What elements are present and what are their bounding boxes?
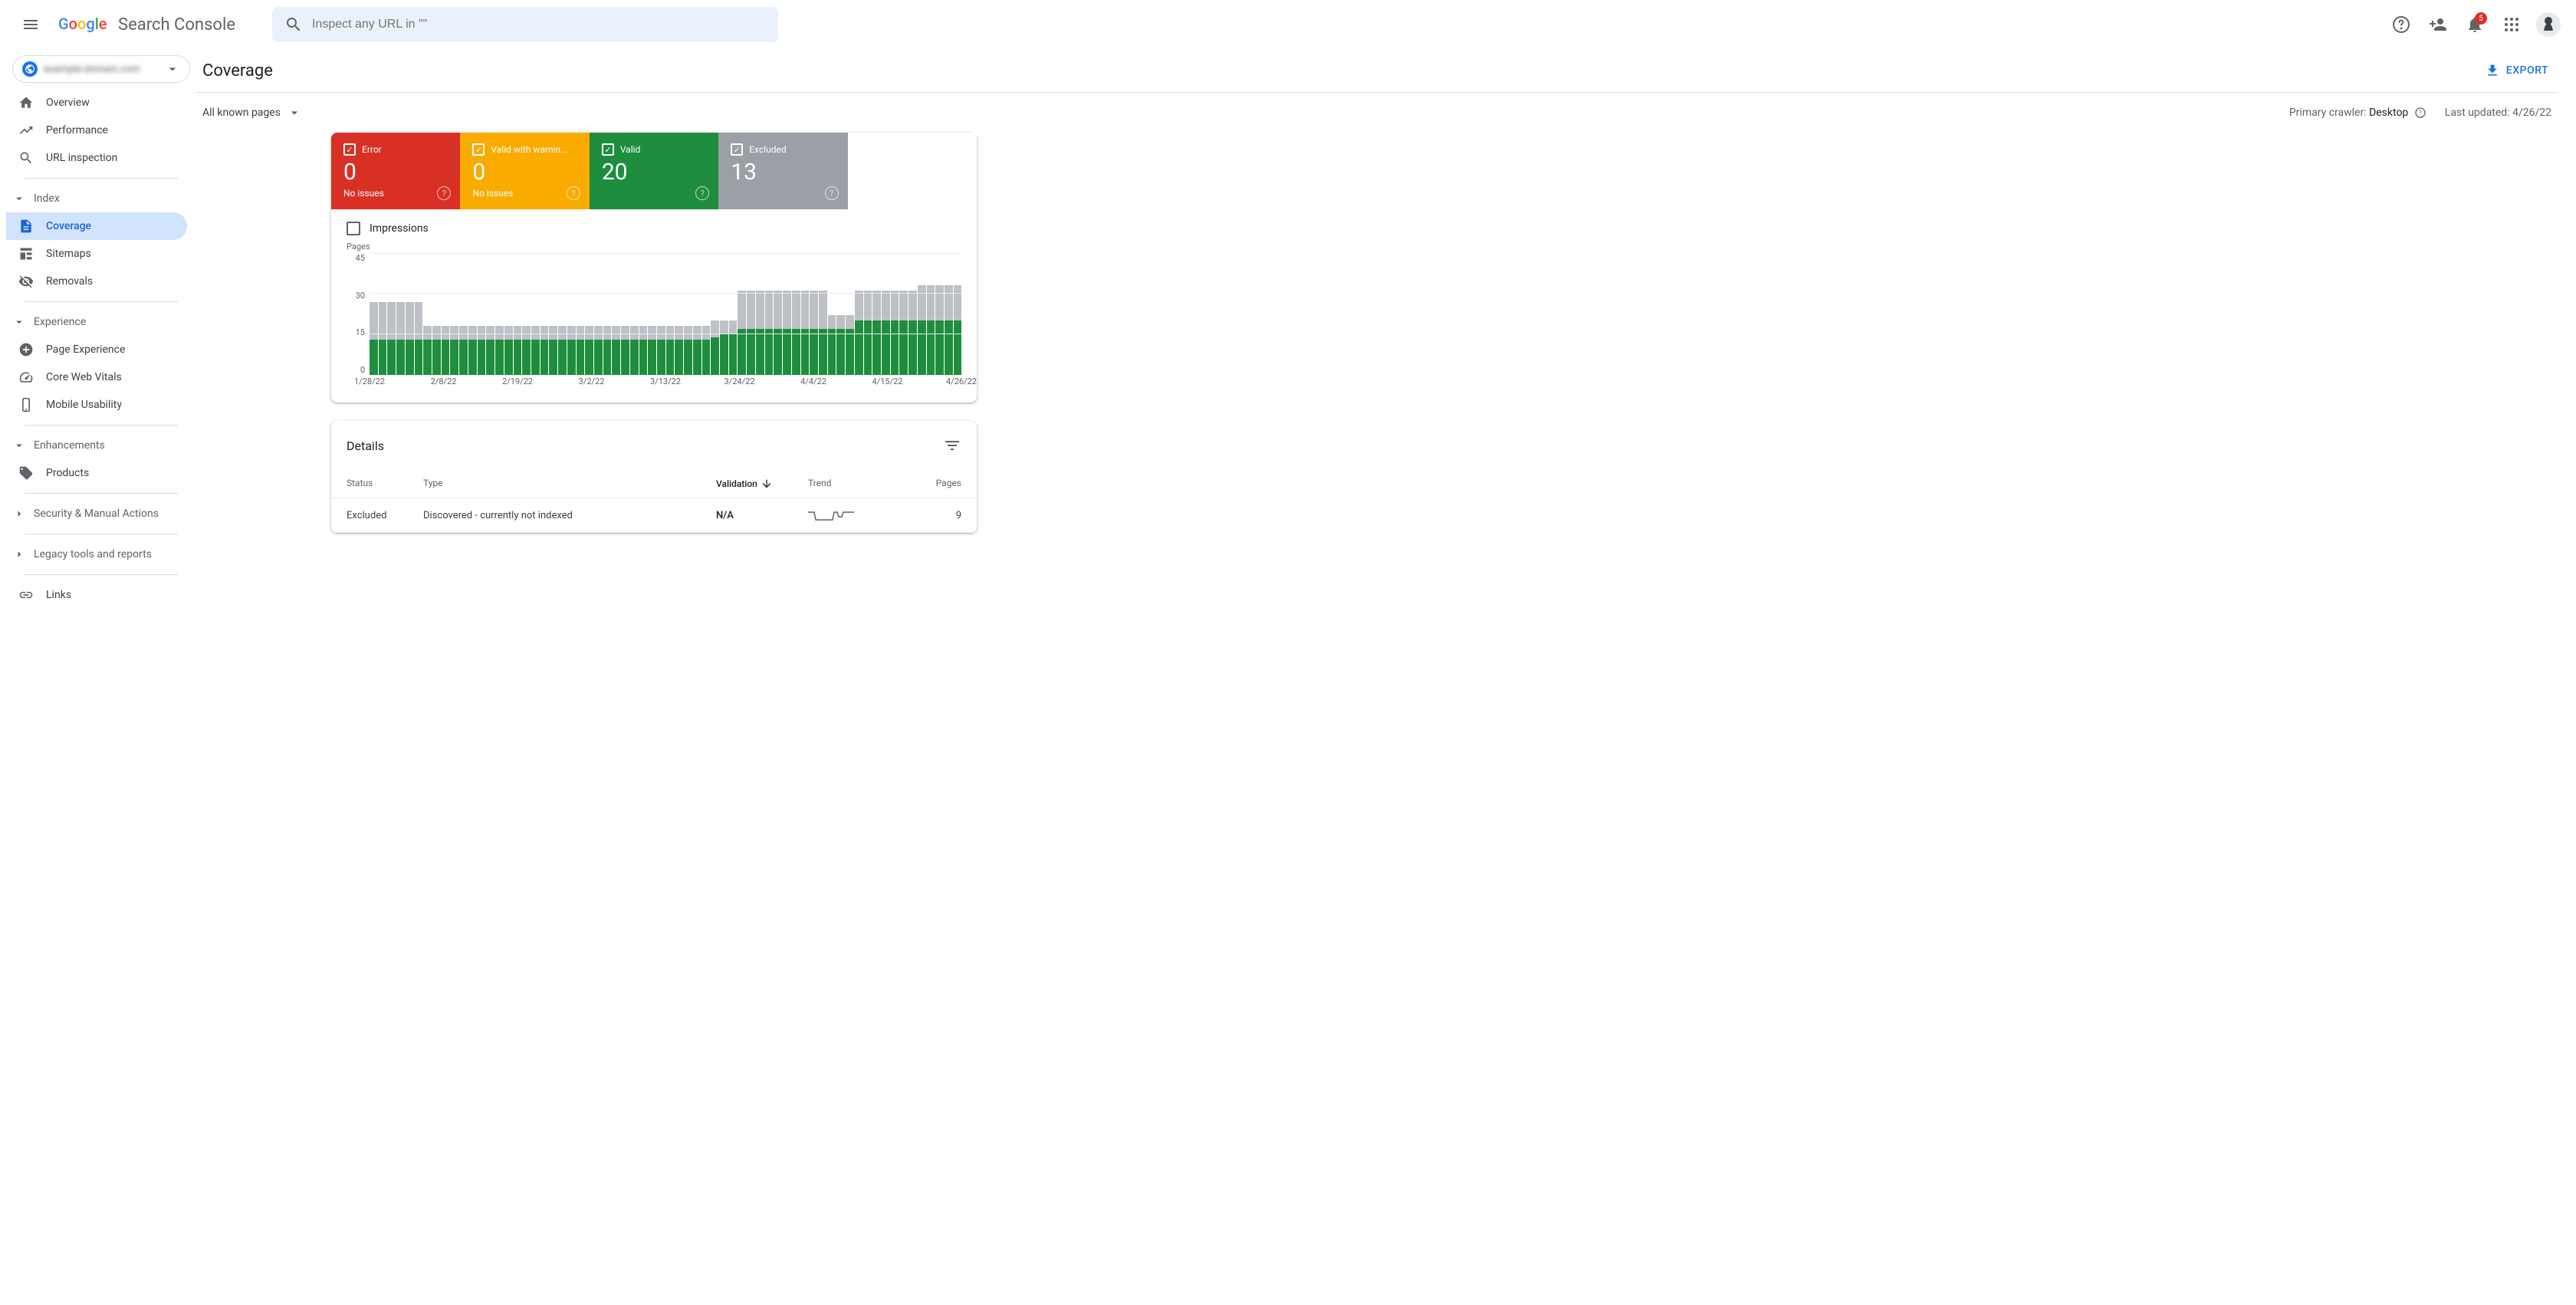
- help-icon[interactable]: ?: [695, 186, 709, 200]
- tab-valid[interactable]: ✓Valid 20 ?: [590, 133, 718, 209]
- google-logo: Google Search Console: [58, 15, 235, 35]
- link-icon: [18, 587, 34, 603]
- impressions-checkbox[interactable]: [347, 222, 360, 235]
- nav-removals[interactable]: Removals: [6, 268, 187, 295]
- col-type[interactable]: Type: [423, 478, 716, 490]
- chevron-down-icon: [287, 105, 302, 120]
- notification-badge: 5: [2475, 12, 2487, 25]
- help-icon[interactable]: ?: [437, 186, 451, 200]
- app-header: Google Search Console 5: [0, 0, 2576, 49]
- trending-icon: [18, 123, 34, 138]
- section-experience[interactable]: Experience: [6, 308, 196, 336]
- nav-coverage[interactable]: Coverage: [6, 212, 187, 240]
- search-icon: [18, 150, 34, 166]
- speed-icon: [18, 370, 34, 385]
- export-button[interactable]: EXPORT: [2476, 57, 2558, 84]
- table-header: Status Type Validation Trend Pages: [331, 470, 977, 498]
- arrow-down-icon: [761, 478, 773, 490]
- visibility-off-icon: [18, 274, 34, 289]
- tag-icon: [18, 465, 34, 481]
- section-legacy[interactable]: Legacy tools and reports: [6, 541, 196, 568]
- svg-text:Google: Google: [58, 15, 107, 33]
- search-icon: [284, 15, 303, 34]
- col-pages[interactable]: Pages: [908, 478, 961, 490]
- checkbox-icon: ✓: [731, 143, 743, 156]
- download-icon: [2485, 63, 2500, 78]
- google-logo-icon: Google: [58, 15, 115, 34]
- filter-button[interactable]: [943, 436, 961, 455]
- users-button[interactable]: [2423, 9, 2453, 40]
- sitemap-icon: [18, 246, 34, 261]
- help-icon: [2392, 15, 2410, 34]
- nav-mobile-usability[interactable]: Mobile Usability: [6, 391, 187, 419]
- help-icon[interactable]: ?: [825, 186, 839, 200]
- page-title: Coverage: [202, 61, 2476, 81]
- menu-icon: [21, 15, 40, 34]
- page-filter-dropdown[interactable]: All known pages: [202, 105, 302, 120]
- help-icon[interactable]: ?: [2414, 107, 2426, 119]
- url-inspect-input[interactable]: [312, 18, 766, 31]
- section-enhancements[interactable]: Enhancements: [6, 432, 196, 459]
- nav-url-inspection[interactable]: URL inspection: [6, 144, 187, 172]
- details-title: Details: [347, 439, 943, 453]
- coverage-chart-card: ✓Error 0 No issues ? ✓Valid with warnin.…: [331, 133, 977, 403]
- col-validation[interactable]: Validation: [716, 478, 808, 490]
- chevron-down-icon: [12, 315, 26, 329]
- tab-excluded[interactable]: ✓Excluded 13 ?: [718, 133, 847, 209]
- table-row[interactable]: Excluded Discovered - currently not inde…: [331, 498, 977, 533]
- help-icon[interactable]: ?: [567, 186, 580, 200]
- tab-error[interactable]: ✓Error 0 No issues ?: [331, 133, 460, 209]
- chevron-down-icon: [12, 192, 26, 205]
- col-status[interactable]: Status: [347, 478, 423, 490]
- url-inspect-search[interactable]: [272, 7, 778, 42]
- section-index[interactable]: Index: [6, 185, 196, 212]
- trend-sparkline: [808, 509, 908, 521]
- help-button[interactable]: [2386, 9, 2417, 40]
- details-card: Details Status Type Validation Trend Pag…: [331, 421, 977, 533]
- col-trend[interactable]: Trend: [808, 478, 908, 490]
- hamburger-menu-button[interactable]: [12, 6, 49, 43]
- checkbox-icon: ✓: [343, 143, 356, 156]
- section-security[interactable]: Security & Manual Actions: [6, 500, 196, 528]
- apps-icon: [2502, 15, 2521, 34]
- product-name: Search Console: [118, 15, 235, 35]
- globe-icon: [22, 61, 38, 77]
- last-updated: Last updated: 4/26/22: [2445, 107, 2551, 119]
- nav-sitemaps[interactable]: Sitemaps: [6, 240, 187, 268]
- checkbox-icon: ✓: [472, 143, 485, 156]
- chevron-down-icon: [165, 61, 180, 77]
- sidebar: example-domain.com Overview Performance …: [0, 49, 196, 1305]
- phone-icon: [18, 397, 34, 413]
- chart-y-label: Pages: [347, 242, 961, 251]
- property-name: example-domain.com: [44, 64, 159, 75]
- crawler-info: Primary crawler: Desktop ?: [2289, 107, 2426, 119]
- plus-circle-icon: [18, 342, 34, 357]
- coverage-chart: 4530150 1/28/222/8/222/19/223/2/223/13/2…: [347, 253, 961, 387]
- tab-valid-with-warnings[interactable]: ✓Valid with warnin... 0 No issues ?: [460, 133, 589, 209]
- notifications-button[interactable]: 5: [2459, 9, 2490, 40]
- nav-products[interactable]: Products: [6, 459, 187, 487]
- filter-icon: [943, 436, 961, 455]
- nav-links[interactable]: Links: [6, 581, 187, 609]
- document-icon: [18, 219, 34, 234]
- nav-core-web-vitals[interactable]: Core Web Vitals: [6, 363, 187, 391]
- avatar: [2536, 12, 2561, 37]
- nav-performance[interactable]: Performance: [6, 117, 187, 144]
- impressions-label: Impressions: [370, 222, 429, 235]
- person-add-icon: [2429, 15, 2447, 34]
- property-selector[interactable]: example-domain.com: [12, 55, 190, 83]
- nav-overview[interactable]: Overview: [6, 89, 187, 117]
- home-icon: [18, 95, 34, 110]
- checkbox-icon: ✓: [602, 143, 614, 156]
- tab-spacer: [848, 133, 977, 209]
- nav-page-experience[interactable]: Page Experience: [6, 336, 187, 363]
- chevron-right-icon: [12, 507, 26, 521]
- chevron-right-icon: [12, 547, 26, 561]
- apps-button[interactable]: [2496, 9, 2527, 40]
- main-content: Coverage EXPORT All known pages Primary …: [196, 49, 2576, 1305]
- svg-text:?: ?: [2419, 110, 2422, 117]
- chevron-down-icon: [12, 439, 26, 452]
- account-button[interactable]: [2533, 9, 2564, 40]
